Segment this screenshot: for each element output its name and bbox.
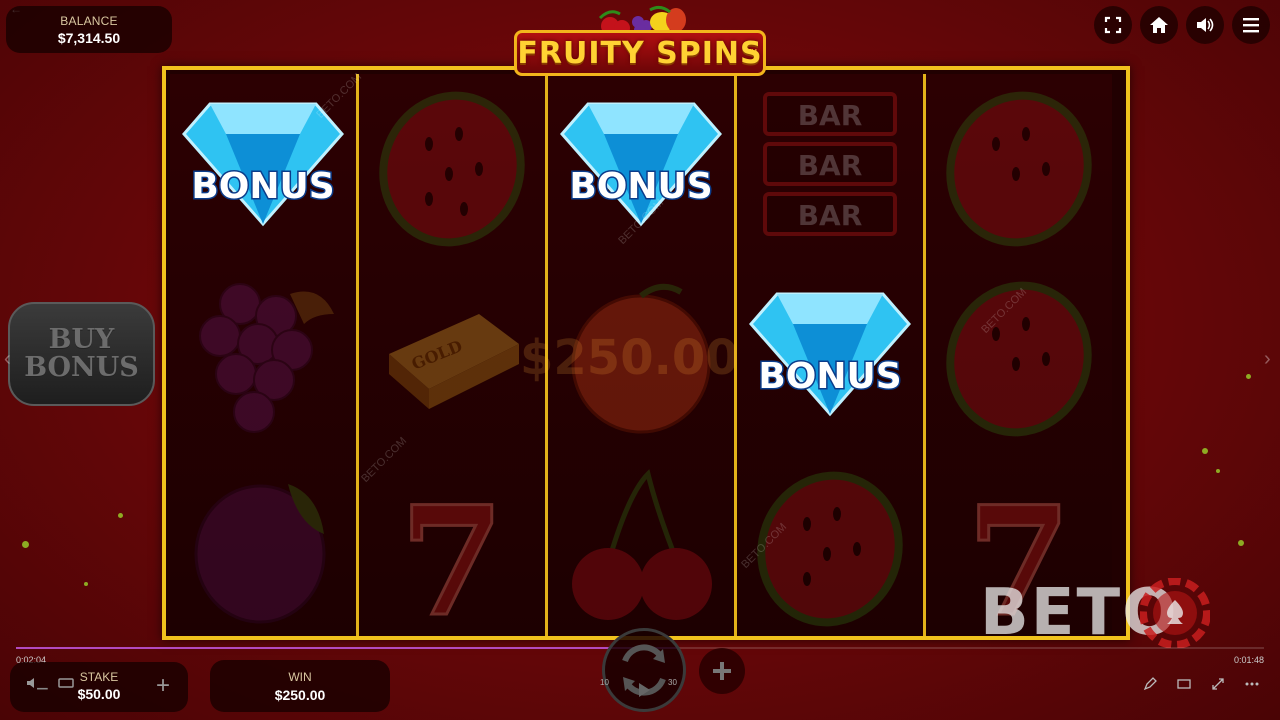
balance-panel: BALANCE $7,314.50 [6, 6, 172, 53]
grapes-symbol [199, 283, 334, 433]
sparkle [1238, 540, 1244, 546]
diamond-bonus-symbol: BONUS [560, 102, 722, 227]
video-remaining: 0:01:48 [1233, 655, 1264, 665]
sound-button[interactable] [1186, 6, 1224, 44]
autoplay-right-count[interactable]: 30 [668, 678, 677, 687]
seven-label: 7 [400, 474, 504, 640]
buy-bonus-button[interactable]: BUY BONUS [8, 302, 155, 406]
plus-icon [713, 662, 731, 680]
watermelon-symbol [946, 91, 1092, 247]
more-options-icon[interactable] [1244, 676, 1260, 692]
bonus-label: BONUS [758, 356, 901, 397]
triple-bar-symbol: BAR BAR BAR [763, 92, 897, 236]
balance-value: $7,314.50 [57, 30, 121, 46]
sparkle [22, 541, 29, 548]
sparkle [1246, 374, 1251, 379]
fullscreen-icon [1104, 16, 1122, 34]
bonus-label: BONUS [569, 166, 712, 207]
win-panel: WIN $250.00 [210, 660, 390, 712]
balance-label: BALANCE [60, 14, 118, 28]
gold-bar-symbol: GOLD [389, 314, 519, 409]
video-progress-fill [16, 647, 678, 649]
video-tools [1142, 676, 1260, 692]
spin-button[interactable] [602, 628, 686, 712]
stake-panel: − STAKE $50.00 + [10, 662, 188, 712]
home-icon [1150, 17, 1168, 33]
pencil-icon[interactable] [1142, 676, 1158, 692]
menu-button[interactable] [1232, 6, 1270, 44]
game-logo: FRUITY SPINS TM [514, 4, 766, 76]
cherries-symbol [572, 469, 712, 620]
plum-symbol [194, 484, 326, 624]
chevron-right-icon[interactable]: › [1264, 348, 1271, 371]
autoplay-left-count[interactable]: 10 [600, 678, 609, 687]
seven-symbol: 7 [398, 473, 505, 641]
buy-bonus-label-line1: BUY [48, 324, 115, 355]
add-button[interactable] [699, 648, 745, 694]
buy-bonus-label-line2: BONUS [24, 352, 139, 383]
poker-chip-icon [1140, 578, 1210, 648]
bonus-label: BONUS [191, 166, 334, 207]
sparkle [1202, 448, 1208, 454]
sound-icon [1197, 18, 1214, 32]
bar-label: BAR [798, 149, 863, 182]
reel-2: GOLD 7 [359, 74, 545, 640]
menu-icon [1243, 18, 1259, 33]
diamond-bonus-symbol: BONUS [749, 292, 911, 417]
reel-1: BONUS [170, 74, 356, 636]
reel-5: 7 [926, 74, 1112, 640]
bar-label: BAR [798, 199, 863, 232]
fullscreen-button[interactable] [1094, 6, 1132, 44]
sparkle [118, 513, 123, 518]
spin-icon [622, 644, 666, 697]
bar-label: BAR [798, 99, 863, 132]
win-amount-overlay: $250.00 [520, 330, 739, 386]
win-value: $250.00 [274, 687, 326, 703]
expand-icon[interactable] [1210, 676, 1226, 692]
home-button[interactable] [1140, 6, 1178, 44]
stake-increase-button[interactable]: + [156, 672, 170, 700]
watermelon-symbol [379, 91, 525, 247]
win-label: WIN [288, 670, 312, 684]
top-toolbar [1094, 6, 1270, 44]
beto-watermark-logo: BETO [980, 578, 1220, 648]
caption-icon[interactable] [1176, 676, 1192, 692]
sparkle [84, 582, 88, 586]
chevron-left-icon[interactable]: ‹ [4, 348, 11, 371]
sparkle [1216, 469, 1220, 473]
logo-plate: FRUITY SPINS TM [514, 30, 766, 76]
trademark: TM [746, 49, 757, 56]
game-title: FRUITY SPINS [517, 35, 763, 71]
